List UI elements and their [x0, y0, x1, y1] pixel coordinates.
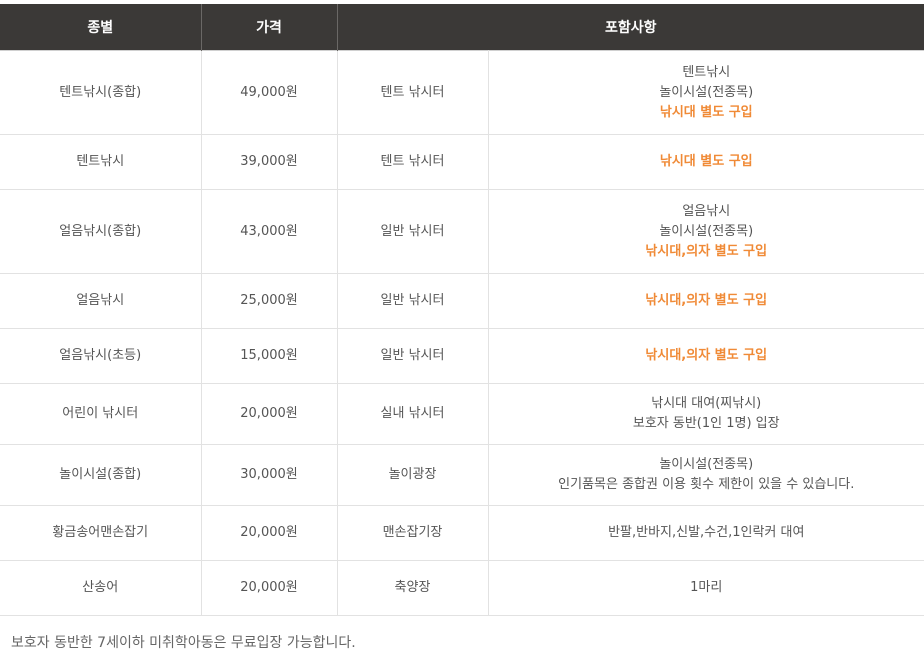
note-line: 놀이시설(전종목)	[659, 84, 754, 100]
note-line: 놀이시설(전종목)	[659, 223, 754, 239]
header-includes: 포함사항	[337, 4, 924, 51]
cell-type: 얼음낚시(초등)	[0, 328, 202, 384]
cell-notes: 낚시대 별도 구입	[488, 134, 924, 190]
table-row: 텐트낚시 39,000원 텐트 낚시터 낚시대 별도 구입	[0, 134, 924, 190]
cell-type: 얼음낚시(종합)	[0, 189, 202, 274]
table-row: 얼음낚시 25,000원 일반 낚시터 낚시대,의자 별도 구입	[0, 273, 924, 329]
cell-type: 산송어	[0, 560, 202, 616]
cell-type: 텐트낚시(종합)	[0, 50, 202, 135]
note-line-highlight: 낚시대 별도 구입	[659, 154, 753, 169]
cell-place: 맨손잡기장	[337, 505, 489, 561]
cell-price: 30,000원	[201, 444, 338, 506]
cell-place: 텐트 낚시터	[337, 134, 489, 190]
note-line: 보호자 동반(1인 1명) 입장	[632, 416, 780, 431]
cell-price: 25,000원	[201, 273, 338, 329]
note-line: 텐트낚시	[682, 64, 731, 80]
note-line: 얼음낚시	[682, 203, 731, 219]
cell-notes: 낚시대,의자 별도 구입	[488, 273, 924, 329]
note-line-highlight: 낚시대,의자 별도 구입	[645, 293, 768, 308]
note-line-highlight: 낚시대 별도 구입	[659, 104, 753, 120]
cell-type: 놀이시설(종합)	[0, 444, 202, 506]
cell-place: 실내 낚시터	[337, 383, 489, 445]
cell-type: 얼음낚시	[0, 273, 202, 329]
footnote: 보호자 동반한 7세이하 미취학아동은 무료입장 가능합니다.	[11, 635, 356, 651]
cell-price: 43,000원	[201, 189, 338, 274]
table-row: 어린이 낚시터 20,000원 실내 낚시터 낚시대 대여(찌낚시) 보호자 동…	[0, 383, 924, 445]
cell-type: 황금송어맨손잡기	[0, 505, 202, 561]
table-row: 산송어 20,000원 축양장 1마리	[0, 560, 924, 616]
cell-price: 20,000원	[201, 560, 338, 616]
cell-notes: 텐트낚시 놀이시설(전종목) 낚시대 별도 구입	[488, 50, 924, 135]
cell-notes: 낚시대,의자 별도 구입	[488, 328, 924, 384]
cell-place: 축양장	[337, 560, 489, 616]
cell-price: 49,000원	[201, 50, 338, 135]
cell-place: 놀이광장	[337, 444, 489, 506]
header-type: 종별	[0, 4, 202, 51]
table-row: 텐트낚시(종합) 49,000원 텐트 낚시터 텐트낚시 놀이시설(전종목) 낚…	[0, 50, 924, 135]
table-row: 얼음낚시(종합) 43,000원 일반 낚시터 얼음낚시 놀이시설(전종목) 낚…	[0, 189, 924, 274]
header-price: 가격	[201, 4, 338, 51]
cell-place: 일반 낚시터	[337, 189, 489, 274]
cell-price: 15,000원	[201, 328, 338, 384]
cell-price: 20,000원	[201, 505, 338, 561]
cell-notes: 놀이시설(전종목) 인기품목은 종합권 이용 횟수 제한이 있을 수 있습니다.	[488, 444, 924, 506]
cell-notes: 1마리	[488, 560, 924, 616]
note-line-highlight: 낚시대,의자 별도 구입	[645, 243, 768, 259]
price-table-page: 종별 가격 포함사항 텐트낚시(종합) 49,000원 텐트 낚시터 텐트낚시 …	[0, 0, 924, 661]
cell-notes: 반팔,반바지,신발,수건,1인락커 대여	[488, 505, 924, 561]
note-line-highlight: 낚시대,의자 별도 구입	[645, 348, 768, 363]
table-row: 황금송어맨손잡기 20,000원 맨손잡기장 반팔,반바지,신발,수건,1인락커…	[0, 505, 924, 561]
cell-place: 일반 낚시터	[337, 328, 489, 384]
cell-type: 어린이 낚시터	[0, 383, 202, 445]
note-line: 낚시대 대여(찌낚시)	[651, 396, 762, 411]
cell-notes: 낚시대 대여(찌낚시) 보호자 동반(1인 1명) 입장	[488, 383, 924, 445]
cell-place: 텐트 낚시터	[337, 50, 489, 135]
price-table: 종별 가격 포함사항 텐트낚시(종합) 49,000원 텐트 낚시터 텐트낚시 …	[0, 4, 924, 616]
cell-notes: 얼음낚시 놀이시설(전종목) 낚시대,의자 별도 구입	[488, 189, 924, 274]
note-line: 인기품목은 종합권 이용 횟수 제한이 있을 수 있습니다.	[558, 477, 855, 492]
table-header-row: 종별 가격 포함사항	[0, 4, 924, 51]
cell-price: 20,000원	[201, 383, 338, 445]
table-row: 얼음낚시(초등) 15,000원 일반 낚시터 낚시대,의자 별도 구입	[0, 328, 924, 384]
note-line: 1마리	[690, 580, 723, 595]
cell-price: 39,000원	[201, 134, 338, 190]
cell-type: 텐트낚시	[0, 134, 202, 190]
table-row: 놀이시설(종합) 30,000원 놀이광장 놀이시설(전종목) 인기품목은 종합…	[0, 444, 924, 506]
cell-place: 일반 낚시터	[337, 273, 489, 329]
note-line: 놀이시설(전종목)	[659, 457, 754, 472]
note-line: 반팔,반바지,신발,수건,1인락커 대여	[608, 525, 805, 540]
